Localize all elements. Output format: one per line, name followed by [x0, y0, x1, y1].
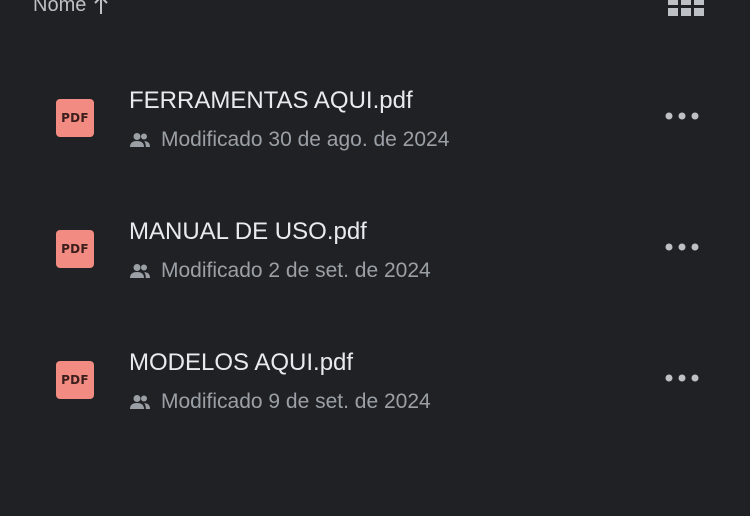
more-options-button[interactable]	[662, 365, 702, 391]
modified-date: Modificado 2 de set. de 2024	[161, 259, 431, 282]
file-row[interactable]: PDF MANUAL DE USO.pdf Modificado 2 de se…	[0, 197, 750, 297]
arrow-up-icon	[92, 0, 110, 16]
more-options-button[interactable]	[662, 103, 702, 129]
pdf-file-icon: PDF	[56, 361, 94, 399]
pdf-file-icon: PDF	[56, 99, 94, 137]
grid-view-icon[interactable]	[668, 0, 704, 16]
file-list-screen: Nome PDF FERRAMENTAS AQUI.pdf Modificado…	[0, 0, 750, 516]
file-modified-info: Modificado 2 de set. de 2024	[129, 259, 431, 283]
more-horizontal-icon	[665, 374, 699, 382]
file-name: FERRAMENTAS AQUI.pdf	[129, 87, 413, 114]
more-horizontal-icon	[665, 112, 699, 120]
more-options-button[interactable]	[662, 234, 702, 260]
shared-people-icon	[129, 394, 151, 410]
more-horizontal-icon	[665, 243, 699, 251]
file-row[interactable]: PDF MODELOS AQUI.pdf Modificado 9 de set…	[0, 328, 750, 428]
file-row[interactable]: PDF FERRAMENTAS AQUI.pdf Modificado 30 d…	[0, 66, 750, 166]
sort-by-name-button[interactable]: Nome	[33, 0, 110, 18]
modified-date: Modificado 9 de set. de 2024	[161, 390, 431, 413]
pdf-icon-label: PDF	[61, 242, 89, 256]
pdf-icon-label: PDF	[61, 111, 89, 125]
file-name: MANUAL DE USO.pdf	[129, 218, 367, 245]
shared-people-icon	[129, 132, 151, 148]
shared-people-icon	[129, 263, 151, 279]
file-modified-info: Modificado 30 de ago. de 2024	[129, 128, 449, 152]
file-name: MODELOS AQUI.pdf	[129, 349, 354, 376]
sort-label: Nome	[33, 0, 87, 16]
file-modified-info: Modificado 9 de set. de 2024	[129, 390, 431, 414]
pdf-file-icon: PDF	[56, 230, 94, 268]
modified-date: Modificado 30 de ago. de 2024	[161, 128, 450, 151]
pdf-icon-label: PDF	[61, 373, 89, 387]
